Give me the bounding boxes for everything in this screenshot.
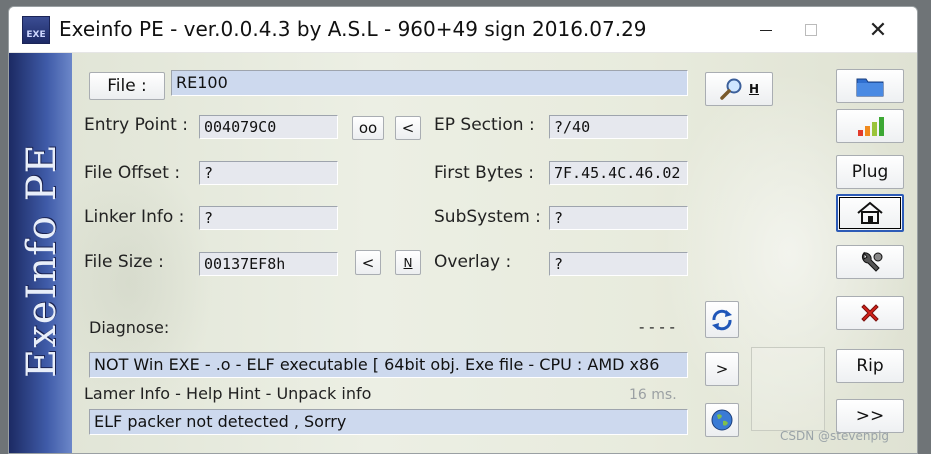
- stats-button[interactable]: [836, 109, 904, 143]
- title-bar[interactable]: EXE Exeinfo PE - ver.0.0.4.3 by A.S.L - …: [9, 7, 917, 53]
- window-title: Exeinfo PE - ver.0.0.4.3 by A.S.L - 960+…: [59, 17, 647, 41]
- maximize-button[interactable]: [788, 7, 834, 53]
- sidebar-logo-text: ExeInfo PE: [19, 143, 65, 378]
- lamer-info-label: Lamer Info - Help Hint - Unpack info: [84, 384, 372, 403]
- diagnose-label: Diagnose:: [89, 318, 170, 337]
- subsystem-label: SubSystem :: [434, 207, 541, 227]
- entry-point-label: Entry Point :: [84, 115, 188, 135]
- home-icon: [857, 201, 883, 224]
- next-button[interactable]: >>: [836, 399, 904, 433]
- oo-button[interactable]: oo: [352, 116, 384, 140]
- file-offset-field[interactable]: ?: [199, 161, 338, 185]
- signal-bars-icon: [858, 117, 884, 136]
- more-info-button[interactable]: >: [705, 352, 739, 386]
- size-n-label: N: [403, 255, 413, 270]
- web-button[interactable]: [705, 403, 739, 437]
- ep-section-label: EP Section :: [434, 115, 535, 135]
- next-label: >>: [855, 406, 885, 426]
- scan-time: 16 ms.: [629, 387, 677, 403]
- sidebar-banner: ExeInfo PE: [9, 53, 72, 453]
- exit-button[interactable]: [836, 296, 904, 330]
- plugins-label: Plug: [851, 162, 889, 182]
- file-size-label: File Size :: [84, 252, 164, 272]
- ep-prev-button[interactable]: <: [395, 116, 421, 140]
- main-panel: ExeInfo PE File : RE100 H Entry Point : …: [9, 53, 917, 453]
- size-prev-label: <: [361, 253, 375, 272]
- red-x-icon: [861, 304, 879, 322]
- open-folder-button[interactable]: [836, 69, 904, 103]
- packer-result-field[interactable]: ELF packer not detected , Sorry: [89, 409, 688, 435]
- home-button[interactable]: [836, 194, 904, 232]
- folder-icon: [856, 78, 884, 97]
- app-icon: EXE: [22, 16, 50, 44]
- maximize-icon: [805, 24, 817, 36]
- ep-prev-label: <: [401, 119, 415, 137]
- ep-section-field[interactable]: ?/40: [549, 115, 688, 139]
- rescan-button[interactable]: [705, 301, 739, 338]
- app-window: EXE Exeinfo PE - ver.0.0.4.3 by A.S.L - …: [8, 6, 918, 454]
- overlay-field[interactable]: ?: [549, 252, 688, 276]
- refresh-icon: [712, 309, 732, 330]
- minimize-button[interactable]: [743, 7, 789, 53]
- size-prev-button[interactable]: <: [355, 250, 381, 275]
- diagnose-dashes: - - - -: [639, 318, 675, 336]
- linker-info-field[interactable]: ?: [199, 206, 338, 230]
- file-path-field[interactable]: RE100: [171, 70, 688, 96]
- linker-info-label: Linker Info :: [84, 207, 185, 227]
- close-icon: ✕: [868, 17, 888, 43]
- wrench-icon: [861, 251, 883, 272]
- close-button[interactable]: ✕: [855, 7, 901, 53]
- magnifier-icon: [720, 78, 742, 100]
- more-info-label: >: [715, 360, 729, 378]
- size-n-button[interactable]: N: [395, 250, 421, 275]
- search-button-hotkey: H: [748, 82, 760, 96]
- plugins-button[interactable]: Plug: [836, 155, 904, 189]
- search-button[interactable]: H: [705, 72, 773, 106]
- rip-button[interactable]: Rip: [836, 349, 904, 383]
- file-button[interactable]: File :: [89, 72, 165, 100]
- watermark: CSDN @stevenpig: [780, 429, 890, 443]
- first-bytes-field[interactable]: 7F.45.4C.46.02: [549, 161, 688, 185]
- globe-icon: [711, 409, 733, 431]
- file-offset-label: File Offset :: [84, 163, 181, 183]
- rip-label: Rip: [856, 356, 884, 376]
- file-size-field[interactable]: 00137EF8h: [199, 252, 338, 276]
- file-button-label: File :: [107, 76, 147, 96]
- entry-point-field[interactable]: 004079C0: [199, 115, 338, 139]
- diagnose-result-field[interactable]: NOT Win EXE - .o - ELF executable [ 64bi…: [89, 352, 688, 378]
- overlay-label: Overlay :: [434, 252, 512, 272]
- subsystem-field[interactable]: ?: [549, 206, 688, 230]
- first-bytes-label: First Bytes :: [434, 163, 535, 183]
- tools-button[interactable]: [836, 245, 904, 279]
- minimize-icon: [760, 29, 772, 31]
- empty-panel: [751, 347, 825, 431]
- oo-button-label: oo: [358, 119, 378, 137]
